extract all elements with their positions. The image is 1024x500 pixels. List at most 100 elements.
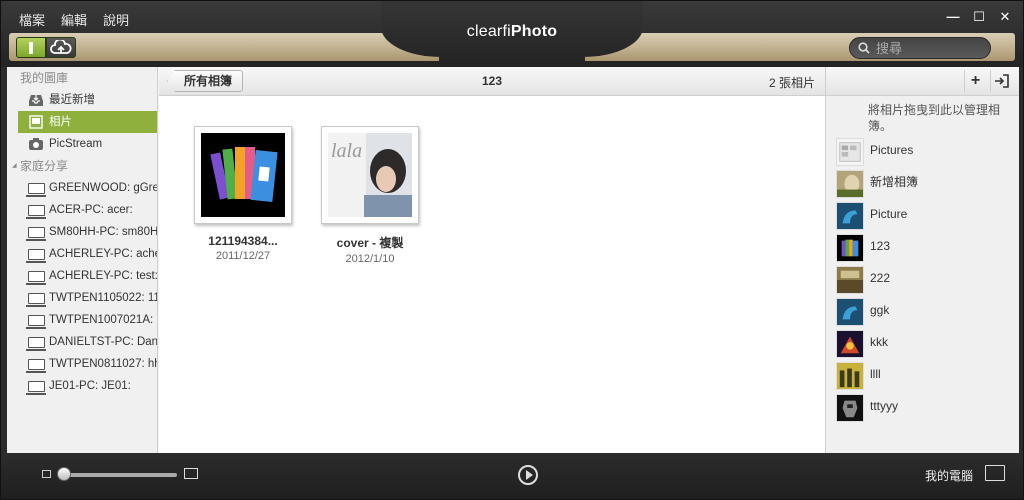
camera-icon: [29, 138, 43, 150]
bottom-bar: 我的電腦: [1, 453, 1023, 499]
album-item[interactable]: 123: [826, 232, 1019, 264]
album-item[interactable]: 222: [826, 264, 1019, 296]
app-title-light: clearfi: [466, 23, 511, 40]
album-item[interactable]: kkk: [826, 328, 1019, 360]
album-name: Pictures: [870, 143, 914, 157]
laptop-icon: [26, 293, 46, 307]
my-pc-label[interactable]: 我的電腦: [925, 467, 973, 484]
family-share-heading[interactable]: 家庭分享: [7, 155, 157, 177]
search-icon: [858, 42, 870, 54]
cloud-upload-icon: [50, 39, 72, 54]
photo-name: cover - 複製: [336, 236, 404, 250]
photo-count: 2 張相片: [768, 76, 815, 90]
my-pc-icon[interactable]: [985, 465, 1005, 481]
laptop-icon: [26, 205, 46, 219]
album-thumbnail: [836, 138, 864, 166]
photo-tile[interactable]: lala cover - 複製 2012/1/10: [310, 126, 430, 265]
album-name: ggk: [870, 303, 890, 317]
photo-date: 2011/12/27: [215, 250, 271, 262]
album-item[interactable]: ggk: [826, 296, 1019, 328]
close-button[interactable]: ✕: [997, 9, 1013, 25]
sidebar-item-label: ACER-PC: acer:: [49, 204, 133, 216]
zoom-slider-track[interactable]: [61, 473, 177, 477]
album-name: 222: [870, 271, 891, 285]
album-thumbnail: [836, 362, 864, 390]
album-item[interactable]: Picture: [826, 200, 1019, 232]
sidebar-item-device[interactable]: ACER-PC: acer:: [7, 199, 157, 221]
album-name: 新增相簿: [870, 175, 919, 189]
portrait-thumbnail-image: lala: [328, 133, 412, 217]
import-icon: [994, 74, 1009, 88]
laptop-icon: [26, 183, 46, 197]
cloud-view-button[interactable]: [46, 37, 76, 58]
photo-thumbnail[interactable]: lala: [321, 126, 419, 224]
local-view-button[interactable]: [16, 37, 46, 58]
maximize-button[interactable]: ☐: [971, 9, 987, 25]
sidebar-item-label: JE01-PC: JE01:: [49, 380, 131, 392]
album-thumbnail: [836, 202, 864, 230]
sidebar-item-picstream[interactable]: PicStream: [7, 133, 157, 155]
album-item[interactable]: llll: [826, 360, 1019, 392]
album-thumbnail: [836, 266, 864, 294]
zoom-slider-handle[interactable]: [57, 467, 71, 481]
books-thumbnail-image: [201, 133, 285, 217]
album-thumbnail: [836, 170, 864, 198]
laptop-icon: [26, 271, 46, 285]
svg-text:lala: lala: [331, 140, 362, 162]
album-item[interactable]: tttyyy: [826, 392, 1019, 424]
album-title: 123: [481, 74, 503, 88]
sidebar-item-label: TWTPEN1007021A: 100: [49, 314, 157, 326]
sidebar-item-device[interactable]: DANIELTST-PC: Daniel: [7, 331, 157, 353]
sidebar-item-device[interactable]: SM80HH-PC: sm80HH: [7, 221, 157, 243]
sidebar-item-device[interactable]: TWTPEN1105022: 1105: [7, 287, 157, 309]
sidebar-item-device[interactable]: ACHERLEY-PC: acherley: [7, 243, 157, 265]
album-thumbnail: [836, 298, 864, 326]
add-album-button[interactable]: +: [964, 70, 986, 92]
laptop-icon: [26, 315, 46, 329]
album-item[interactable]: Pictures: [826, 136, 1019, 168]
album-thumbnail: [836, 234, 864, 262]
sidebar-item-device[interactable]: TWTPEN0811027: hh:: [7, 353, 157, 375]
sidebar-item-label: SM80HH-PC: sm80HH: [49, 226, 158, 238]
search-input[interactable]: [876, 40, 976, 56]
album-header-bar: 所有相簿 123 2 張相片: [159, 67, 825, 96]
search-box[interactable]: [849, 37, 991, 59]
small-thumbnail-icon[interactable]: [42, 470, 51, 478]
photo-tile[interactable]: 121194384... 2011/12/27: [183, 126, 303, 262]
album-thumbnail: [836, 330, 864, 358]
sidebar-item-label: 最近新增: [49, 94, 95, 106]
sidebar-item-device[interactable]: GREENWOOD: gGreenwood: [7, 177, 157, 199]
sidebar-item-recent[interactable]: 最近新增: [7, 89, 157, 111]
app-window: 檔案 編輯 說明 clearfiPhoto — ☐ ✕ 我的圖庫: [0, 0, 1024, 500]
laptop-icon: [26, 381, 46, 395]
laptop-icon: [26, 337, 46, 351]
sidebar-item-device[interactable]: JE01-PC: JE01:: [7, 375, 157, 397]
main-body: 我的圖庫 最近新增 相片 PicStream 家庭分享 GREENWOOD: g…: [7, 67, 1019, 453]
import-button[interactable]: [990, 70, 1012, 92]
large-thumbnail-icon[interactable]: [184, 468, 198, 479]
album-item[interactable]: 新增相簿: [826, 168, 1019, 200]
sidebar-item-label: ACHERLEY-PC: acherley: [49, 248, 157, 260]
sidebar-item-photos[interactable]: 相片: [18, 111, 157, 133]
minimize-button[interactable]: —: [945, 9, 961, 25]
photo-icon: [29, 115, 43, 129]
drag-hint: 將相片拖曳到此以管理相簿。: [868, 103, 1001, 133]
album-panel: + 將相片拖曳到此以管理相簿。 Pictures 新增相簿 Picture 12…: [825, 67, 1019, 453]
library-heading: 我的圖庫: [20, 71, 69, 85]
photo-date: 2012/1/10: [345, 253, 395, 265]
window-controls: — ☐ ✕: [945, 9, 1013, 25]
photo-name: 121194384...: [208, 234, 278, 248]
sidebar: 我的圖庫 最近新增 相片 PicStream 家庭分享 GREENWOOD: g…: [7, 67, 158, 453]
sidebar-item-device[interactable]: ACHERLEY-PC: test:: [7, 265, 157, 287]
sidebar-item-label: PicStream: [49, 138, 103, 150]
slideshow-play-button[interactable]: [518, 465, 538, 485]
inbox-icon: [29, 95, 43, 106]
laptop-icon: [26, 227, 46, 241]
title-bar: 檔案 編輯 說明 clearfiPhoto — ☐ ✕: [1, 1, 1023, 67]
laptop-icon: [26, 249, 46, 263]
sidebar-item-label: TWTPEN1105022: 1105: [49, 292, 157, 304]
sidebar-item-device[interactable]: TWTPEN1007021A: 100: [7, 309, 157, 331]
album-name: llll: [870, 367, 881, 381]
photo-thumbnail[interactable]: [194, 126, 292, 224]
photo-grid-panel: 所有相簿 123 2 張相片 121194384... 2011/12/27 l…: [159, 67, 825, 453]
